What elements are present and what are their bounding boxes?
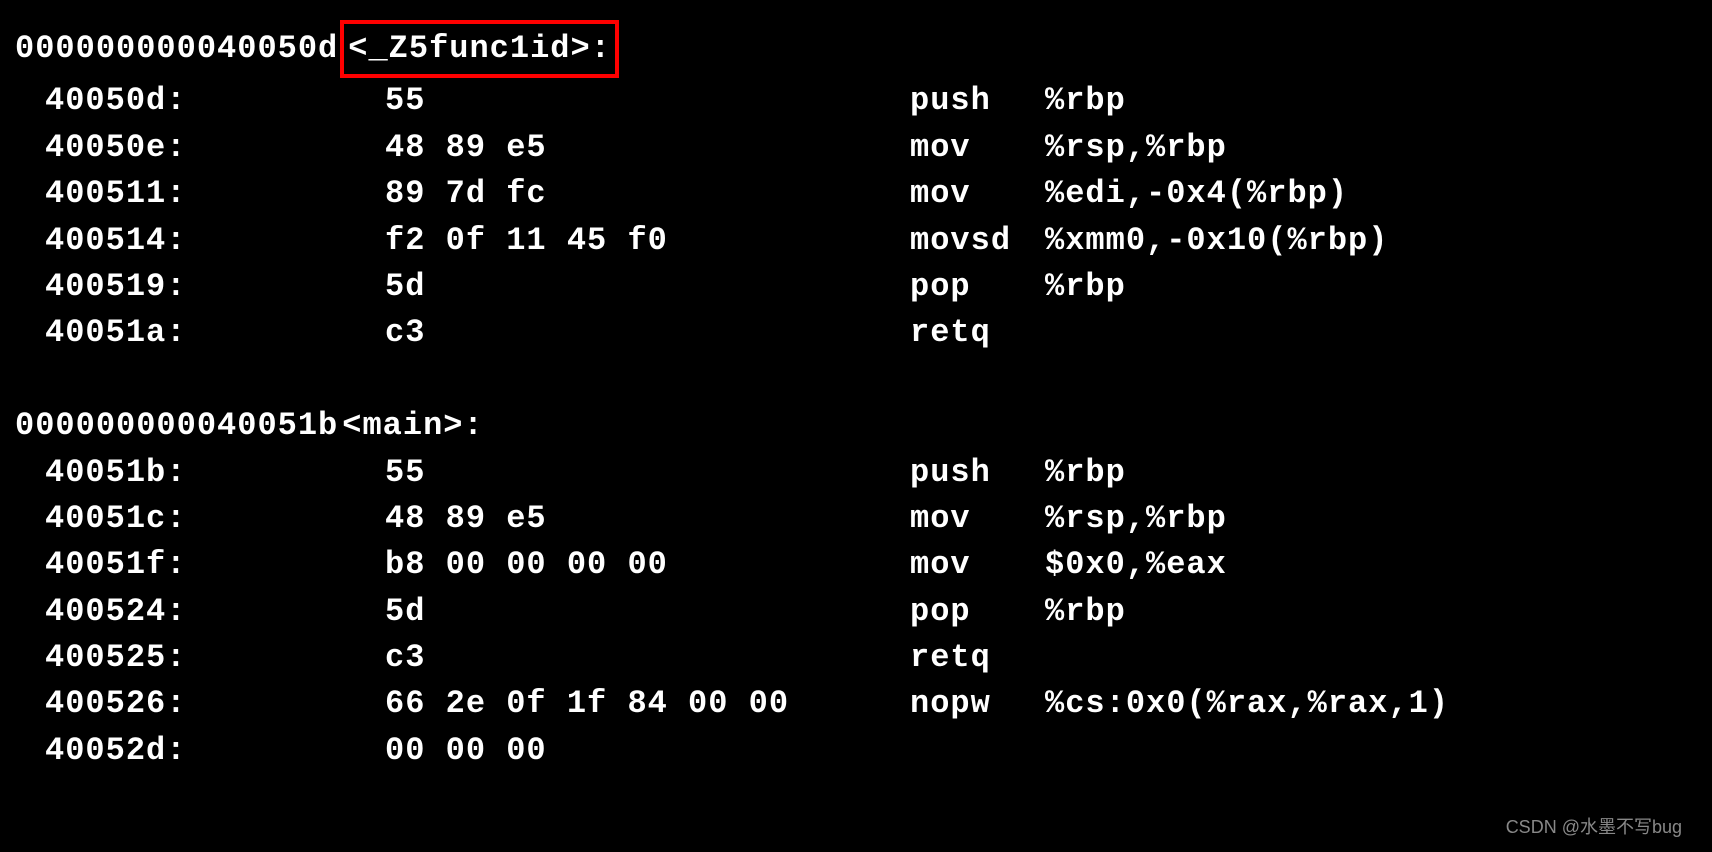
asm-offset: 40051c: <box>45 496 385 542</box>
asm-line: 40051c:48 89 e5mov%rsp,%rbp <box>15 496 1697 542</box>
asm-mnemonic: push <box>910 78 1045 124</box>
asm-offset: 40051b: <box>45 450 385 496</box>
asm-operands: %rsp,%rbp <box>1045 496 1227 542</box>
asm-operands: %rsp,%rbp <box>1045 125 1227 171</box>
asm-offset: 400519: <box>45 264 385 310</box>
asm-mnemonic: mov <box>910 171 1045 217</box>
asm-operands: %rbp <box>1045 78 1126 124</box>
asm-operands: %rbp <box>1045 450 1126 496</box>
asm-offset: 40051f: <box>45 542 385 588</box>
asm-mnemonic: pop <box>910 589 1045 635</box>
asm-hex-bytes: 48 89 e5 <box>385 125 910 171</box>
watermark-text: CSDN @水墨不写bug <box>1506 814 1682 840</box>
asm-hex-bytes: 89 7d fc <box>385 171 910 217</box>
section-symbol: <_Z5func1id>: <box>340 20 619 78</box>
asm-mnemonic: mov <box>910 125 1045 171</box>
asm-line: 400525:c3retq <box>15 635 1697 681</box>
asm-hex-bytes: c3 <box>385 310 910 356</box>
asm-line: 400526:66 2e 0f 1f 84 00 00nopw%cs:0x0(%… <box>15 681 1697 727</box>
asm-operands: %xmm0,-0x10(%rbp) <box>1045 218 1388 264</box>
asm-mnemonic <box>910 728 1045 774</box>
asm-line: 40051a:c3retq <box>15 310 1697 356</box>
asm-line: 400514:f2 0f 11 45 f0movsd%xmm0,-0x10(%r… <box>15 218 1697 264</box>
asm-offset: 40052d: <box>45 728 385 774</box>
asm-hex-bytes: 48 89 e5 <box>385 496 910 542</box>
asm-hex-bytes: 00 00 00 <box>385 728 910 774</box>
asm-offset: 400524: <box>45 589 385 635</box>
asm-operands: %rbp <box>1045 264 1126 310</box>
asm-line: 40051b:55push%rbp <box>15 450 1697 496</box>
section-header: 000000000040051b <main>: <box>15 403 1697 449</box>
asm-offset: 40050d: <box>45 78 385 124</box>
asm-offset: 40051a: <box>45 310 385 356</box>
asm-operands: %rbp <box>1045 589 1126 635</box>
asm-line: 40052d:00 00 00 <box>15 728 1697 774</box>
asm-line: 40051f:b8 00 00 00 00mov$0x0,%eax <box>15 542 1697 588</box>
section-symbol: <main>: <box>338 403 487 449</box>
asm-line: 400519:5dpop%rbp <box>15 264 1697 310</box>
asm-offset: 400514: <box>45 218 385 264</box>
disassembly-output: 000000000040050d <_Z5func1id>:40050d:55p… <box>15 20 1697 774</box>
section-address: 000000000040050d <box>15 26 338 72</box>
asm-hex-bytes: 55 <box>385 78 910 124</box>
asm-mnemonic: push <box>910 450 1045 496</box>
section-address: 000000000040051b <box>15 403 338 449</box>
asm-hex-bytes: f2 0f 11 45 f0 <box>385 218 910 264</box>
blank-line <box>15 357 1697 403</box>
asm-mnemonic: retq <box>910 310 1045 356</box>
asm-line: 400524:5dpop%rbp <box>15 589 1697 635</box>
asm-mnemonic: pop <box>910 264 1045 310</box>
asm-mnemonic: mov <box>910 496 1045 542</box>
asm-line: 40050d:55push%rbp <box>15 78 1697 124</box>
asm-hex-bytes: 66 2e 0f 1f 84 00 00 <box>385 681 910 727</box>
asm-offset: 400511: <box>45 171 385 217</box>
asm-hex-bytes: c3 <box>385 635 910 681</box>
asm-mnemonic: nopw <box>910 681 1045 727</box>
asm-hex-bytes: 5d <box>385 264 910 310</box>
asm-line: 400511:89 7d fcmov%edi,-0x4(%rbp) <box>15 171 1697 217</box>
asm-hex-bytes: b8 00 00 00 00 <box>385 542 910 588</box>
asm-offset: 400525: <box>45 635 385 681</box>
asm-operands: $0x0,%eax <box>1045 542 1227 588</box>
asm-line: 40050e:48 89 e5mov%rsp,%rbp <box>15 125 1697 171</box>
asm-offset: 400526: <box>45 681 385 727</box>
asm-offset: 40050e: <box>45 125 385 171</box>
asm-hex-bytes: 55 <box>385 450 910 496</box>
asm-operands: %edi,-0x4(%rbp) <box>1045 171 1348 217</box>
section-header: 000000000040050d <_Z5func1id>: <box>15 20 1697 78</box>
asm-mnemonic: movsd <box>910 218 1045 264</box>
asm-operands: %cs:0x0(%rax,%rax,1) <box>1045 681 1449 727</box>
asm-hex-bytes: 5d <box>385 589 910 635</box>
asm-mnemonic: retq <box>910 635 1045 681</box>
asm-mnemonic: mov <box>910 542 1045 588</box>
